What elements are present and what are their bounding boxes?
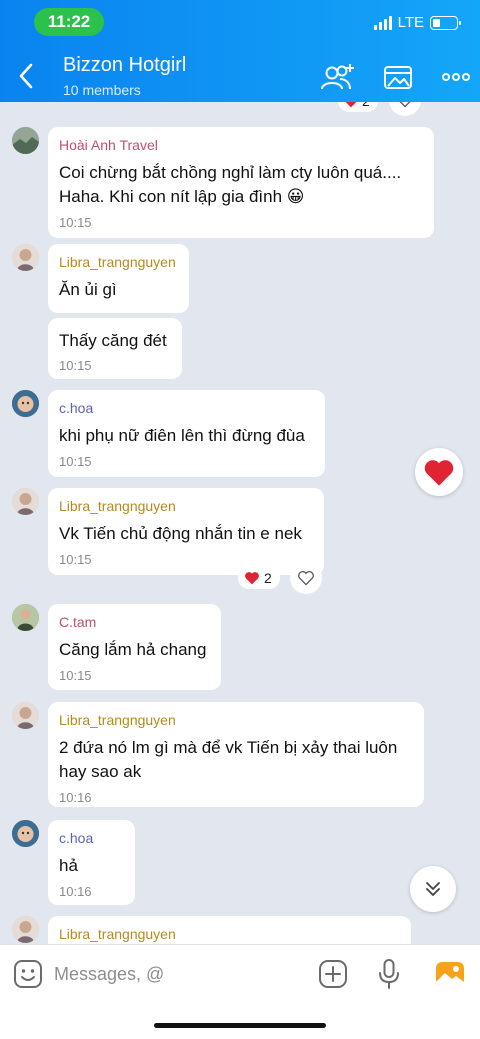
- heart-icon: [424, 459, 454, 486]
- message-text: Coi chừng bắt chồng nghỉ làm cty luôn qu…: [59, 163, 402, 206]
- sender-name: Libra_trangnguyen: [59, 498, 176, 514]
- avatar[interactable]: [12, 916, 39, 943]
- message-bubble[interactable]: Libra_trangnguyen: [48, 916, 411, 944]
- heart-reaction-button[interactable]: [415, 448, 463, 496]
- photo-icon[interactable]: [433, 957, 467, 991]
- chevron-double-down-icon: [426, 882, 440, 896]
- reaction-pill[interactable]: 2: [338, 102, 378, 112]
- message-bubble[interactable]: Thấy căng đét 10:15: [48, 318, 182, 379]
- home-indicator: [154, 1023, 326, 1028]
- message-bubble[interactable]: c.hoa khi phụ nữ điên lên thì đừng đùa 1…: [48, 390, 325, 477]
- member-count: 10 members: [63, 82, 141, 98]
- avatar[interactable]: [12, 390, 39, 417]
- heart-outline-icon: [399, 102, 411, 108]
- message-time: 10:16: [59, 884, 92, 899]
- chevron-left-icon[interactable]: [14, 62, 38, 90]
- scroll-to-bottom-button[interactable]: [410, 866, 456, 912]
- message-time: 10:15: [59, 215, 92, 230]
- sender-name: Libra_trangnguyen: [59, 926, 176, 942]
- message-time: 10:15: [59, 358, 92, 373]
- sender-name: C.tam: [59, 614, 97, 630]
- status-indicators: LTE: [373, 14, 461, 31]
- message-time: 10:16: [59, 790, 92, 805]
- sender-name: c.hoa: [59, 400, 94, 416]
- message-text: Ăn ủi gì: [59, 280, 117, 299]
- message-time: 10:15: [59, 668, 92, 683]
- sender-name: c.hoa: [59, 830, 94, 846]
- sender-name: Libra_trangnguyen: [59, 712, 176, 728]
- message-bubble[interactable]: C.tam Căng lắm hả chang 10:15: [48, 604, 221, 690]
- like-button[interactable]: [389, 102, 421, 116]
- microphone-icon[interactable]: [372, 957, 406, 991]
- message-bubble[interactable]: Libra_trangnguyen Vk Tiến chủ động nhắn …: [48, 488, 324, 575]
- message-bubble[interactable]: Libra_trangnguyen 2 đứa nó lm gì mà để v…: [48, 702, 424, 807]
- heart-icon: [245, 572, 259, 585]
- heart-icon: [346, 102, 356, 107]
- signal-icon: [373, 15, 392, 30]
- message-text: hả: [59, 856, 78, 875]
- avatar[interactable]: [12, 604, 39, 631]
- avatar[interactable]: [12, 820, 39, 847]
- message-text: 2 đứa nó lm gì mà để vk Tiến bị xảy thai…: [59, 738, 398, 781]
- message-text: Vk Tiến chủ động nhắn tin e nek: [59, 524, 302, 543]
- reaction-pill[interactable]: 2: [238, 567, 280, 589]
- chat-title[interactable]: Bizzon Hotgirl: [63, 54, 186, 77]
- message-bubble[interactable]: Hoài Anh Travel Coi chừng bắt chồng nghỉ…: [48, 127, 434, 238]
- message-text: Căng lắm hả chang: [59, 640, 207, 659]
- sender-name: Hoài Anh Travel: [59, 137, 158, 153]
- more-icon[interactable]: [440, 62, 472, 92]
- sticker-icon[interactable]: [11, 957, 45, 991]
- status-time: 11:22: [34, 8, 104, 36]
- message-input[interactable]: [54, 959, 294, 989]
- sender-name: Libra_trangnguyen: [59, 254, 176, 270]
- like-button[interactable]: [290, 562, 322, 594]
- add-member-icon[interactable]: [320, 62, 356, 92]
- heart-outline-icon: [298, 570, 314, 586]
- gallery-icon[interactable]: [381, 62, 417, 92]
- avatar[interactable]: [12, 244, 39, 271]
- message-list[interactable]: 2 Hoài Anh Travel Coi chừng bắt chồng ng…: [0, 102, 480, 944]
- message-bubble[interactable]: Libra_trangnguyen Ăn ủi gì: [48, 244, 189, 313]
- plus-icon[interactable]: [316, 957, 350, 991]
- avatar[interactable]: [12, 488, 39, 515]
- chat-header: 11:22 LTE Bizzon Hotgirl 10 members: [0, 0, 480, 102]
- message-time: 10:15: [59, 454, 92, 469]
- avatar[interactable]: [12, 127, 39, 154]
- message-bubble[interactable]: c.hoa hả 10:16: [48, 820, 135, 905]
- avatar[interactable]: [12, 702, 39, 729]
- message-text: Thấy căng đét: [59, 331, 167, 350]
- network-type: LTE: [397, 14, 424, 31]
- message-time: 10:15: [59, 552, 92, 567]
- battery-icon: [430, 15, 461, 30]
- message-text: khi phụ nữ điên lên thì đừng đùa: [59, 426, 305, 445]
